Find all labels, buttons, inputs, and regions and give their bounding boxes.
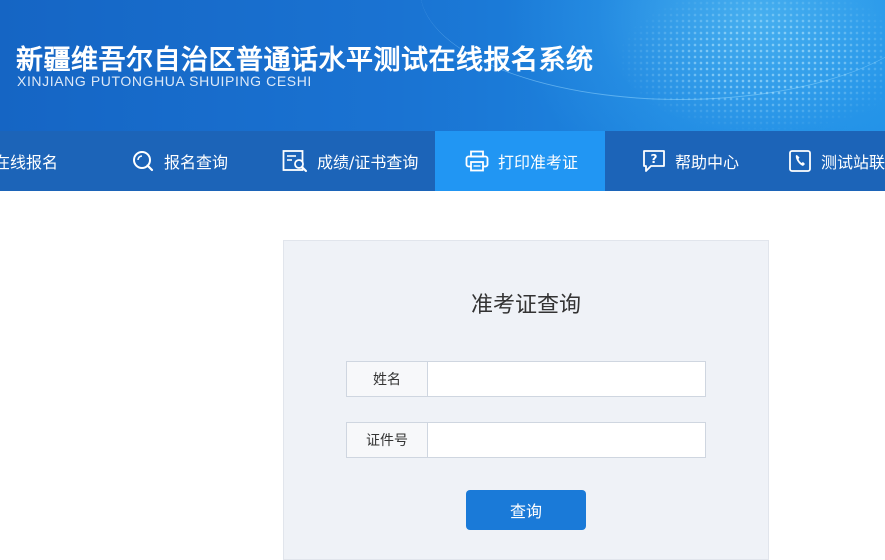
name-field-row: 姓名 xyxy=(346,361,706,397)
nav-item-registration-query[interactable]: 报名查询 xyxy=(131,131,228,191)
nav-item-score-certificate-query[interactable]: 成绩/证书查询 xyxy=(282,131,418,191)
nav-item-label: 帮助中心 xyxy=(675,153,740,172)
name-input[interactable] xyxy=(428,362,705,396)
dotted-map-graphic xyxy=(620,0,885,131)
admission-ticket-query-panel: 准考证查询 姓名 证件号 查询 xyxy=(283,240,769,560)
nav-item-label: 报名查询 xyxy=(164,153,229,172)
nav-item-label: 在线报名 xyxy=(0,153,59,172)
nav-item-online-registration[interactable]: 在线报名 xyxy=(0,131,58,191)
nav-item-label: 成绩/证书查询 xyxy=(317,153,419,172)
certificate-search-icon xyxy=(282,150,307,172)
panel-title: 准考证查询 xyxy=(470,293,581,318)
site-header: 新疆维吾尔自治区普通话水平测试在线报名系统 XINJIANG PUTONGHUA… xyxy=(0,0,885,131)
printer-icon xyxy=(465,150,489,172)
svg-text:?: ? xyxy=(651,152,658,166)
name-label: 姓名 xyxy=(347,362,428,396)
help-icon: ? xyxy=(643,150,665,172)
site-subtitle: XINJIANG PUTONGHUA SHUIPING CESHI xyxy=(17,73,312,89)
nav-item-label: 测试站联系 xyxy=(821,153,885,172)
nav-item-help-center[interactable]: ? 帮助中心 xyxy=(642,131,739,191)
site-title: 新疆维吾尔自治区普通话水平测试在线报名系统 xyxy=(16,45,594,76)
nav-item-label: 打印准考证 xyxy=(498,153,579,172)
id-number-input[interactable] xyxy=(428,423,705,457)
main-nav: 在线报名 报名查询 成绩/证书查询 打印准考证 ? 帮助中心 测试站联 xyxy=(0,131,885,191)
phone-icon xyxy=(789,150,811,172)
query-button[interactable]: 查询 xyxy=(466,490,586,530)
id-number-field-row: 证件号 xyxy=(346,422,706,458)
search-icon xyxy=(133,151,154,172)
nav-item-print-admission-ticket[interactable]: 打印准考证 xyxy=(435,131,605,191)
id-number-label: 证件号 xyxy=(347,423,428,457)
nav-item-test-station-contact[interactable]: 测试站联系 xyxy=(788,131,885,191)
